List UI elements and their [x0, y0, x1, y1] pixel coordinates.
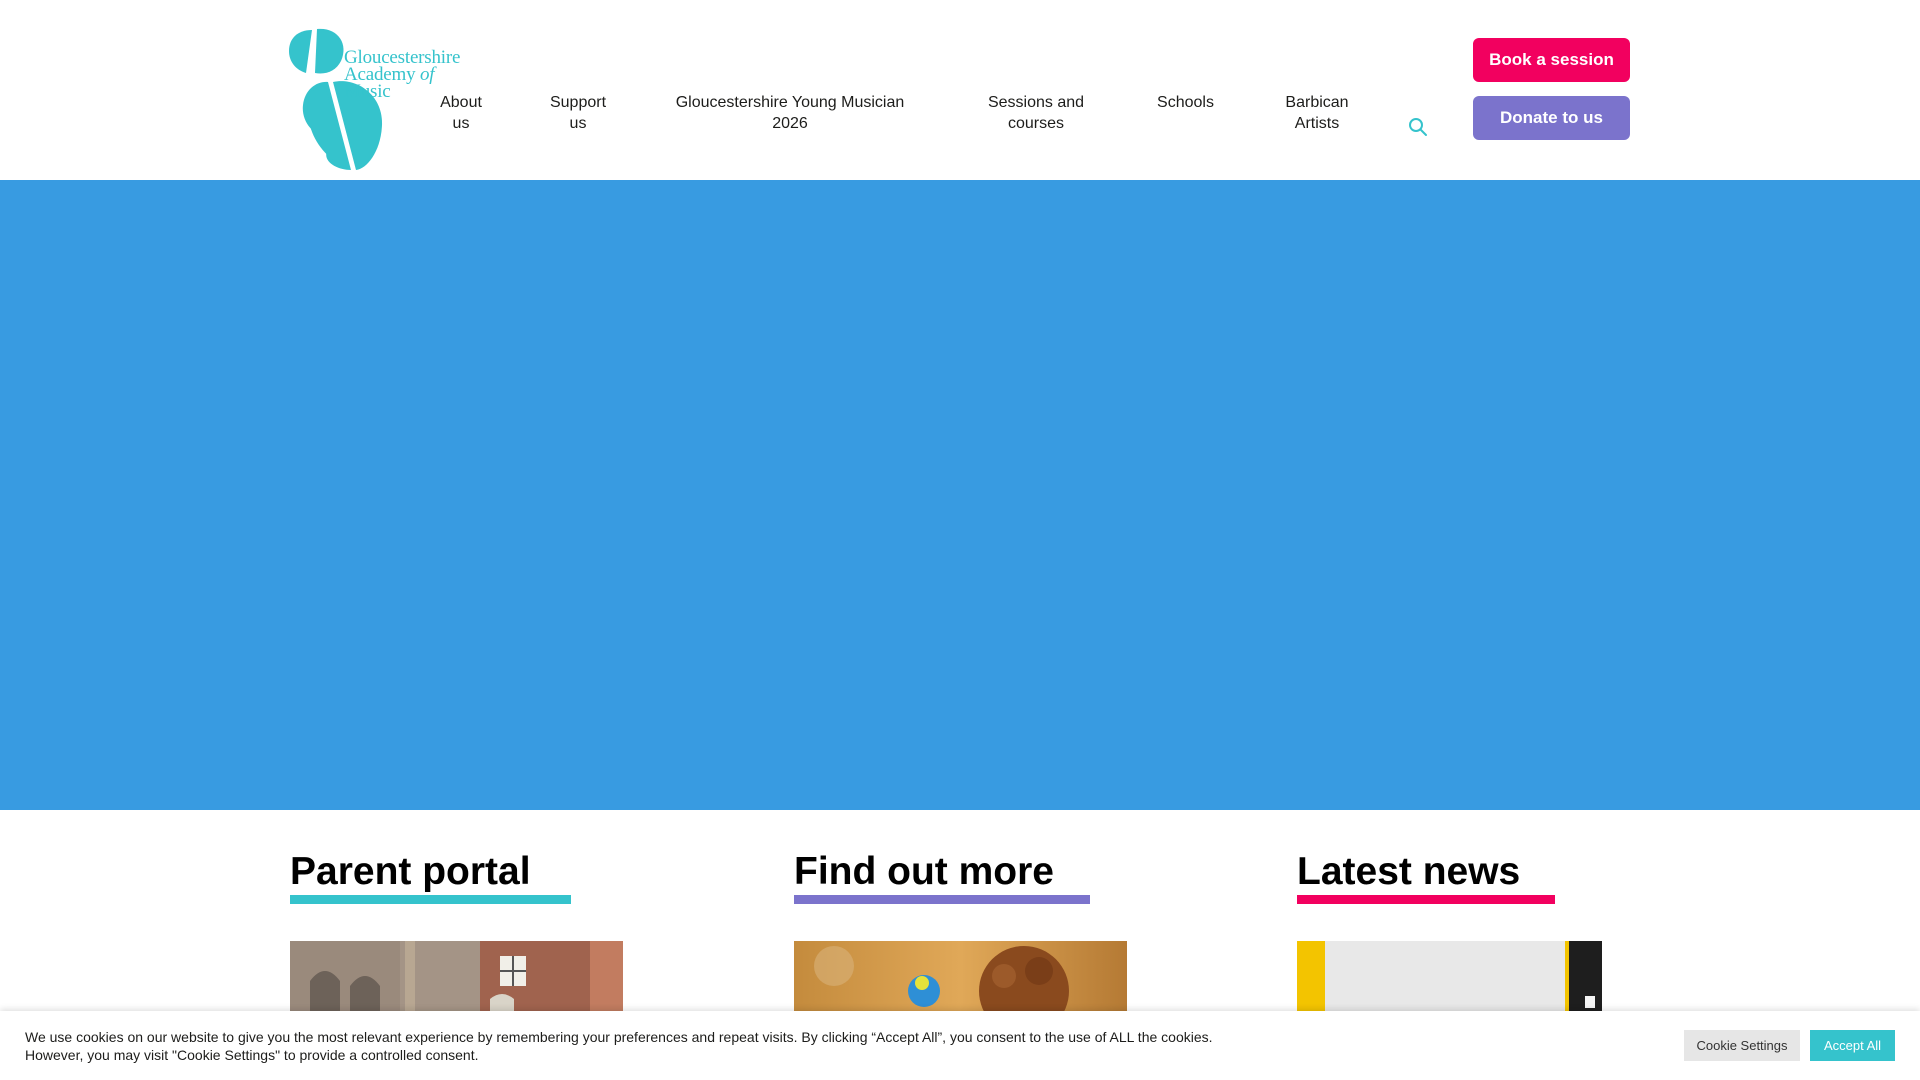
section-title-find-out-more[interactable]: Find out more	[794, 848, 1054, 896]
cookie-banner: We use cookies on our website to give yo…	[0, 1011, 1920, 1080]
section-title-latest-news[interactable]: Latest news	[1297, 848, 1520, 896]
parent-portal-image[interactable]	[290, 941, 623, 1011]
section-title-parent-portal[interactable]: Parent portal	[290, 848, 531, 896]
cookie-message: We use cookies on our website to give yo…	[25, 1029, 1213, 1063]
nav-barbican-artists[interactable]: Barbican Artists	[1270, 92, 1364, 134]
find-out-more-image[interactable]	[794, 941, 1127, 1011]
nav-young-musician-2026[interactable]: Gloucestershire Young Musician 2026	[660, 92, 920, 134]
latest-news-image[interactable]	[1297, 941, 1602, 1011]
donate-button[interactable]: Donate to us	[1473, 96, 1630, 140]
section-underline	[290, 895, 571, 904]
section-underline	[1297, 895, 1555, 904]
search-icon[interactable]	[1407, 116, 1429, 138]
nav-schools[interactable]: Schools	[1148, 92, 1223, 113]
site-header: Gloucestershire Academy of Music About us…	[0, 0, 1920, 180]
hero-banner	[0, 180, 1920, 810]
nav-support-us[interactable]: Support us	[540, 92, 616, 134]
section-underline	[794, 895, 1090, 904]
book-session-button[interactable]: Book a session	[1473, 38, 1630, 82]
cookie-settings-button[interactable]: Cookie Settings	[1684, 1030, 1800, 1061]
nav-sessions-and-courses[interactable]: Sessions and courses	[976, 92, 1096, 134]
accept-all-button[interactable]: Accept All	[1810, 1030, 1895, 1061]
nav-about-us[interactable]: About us	[430, 92, 492, 134]
